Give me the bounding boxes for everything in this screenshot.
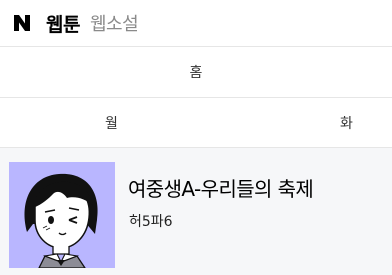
webtoon-card[interactable]: 여중생A-우리들의 축제 허5파6 — [0, 148, 392, 275]
home-tab-label: 홈 — [189, 65, 203, 81]
tab-tuesday[interactable]: 화 — [340, 113, 353, 133]
weekday-tabs: 월 화 — [0, 98, 392, 148]
naver-n-logo-icon[interactable] — [12, 13, 32, 33]
tab-monday[interactable]: 월 — [105, 113, 118, 133]
page: 웹툰 웹소설 홈 월 화 여중생A-우리들의 축제 허5파6 — [0, 0, 392, 275]
webtoon-author: 허5파6 — [129, 214, 173, 230]
webtoon-title[interactable]: 여중생A-우리들의 축제 — [128, 173, 314, 202]
tab-web-novel[interactable]: 웹소설 — [90, 10, 139, 36]
top-header: 웹툰 웹소설 — [0, 0, 392, 47]
home-tab[interactable]: 홈 — [0, 47, 392, 98]
webtoon-list: 여중생A-우리들의 축제 허5파6 — [0, 148, 392, 275]
tab-webtoon[interactable]: 웹툰 — [46, 10, 80, 37]
webtoon-thumbnail[interactable] — [9, 162, 115, 268]
